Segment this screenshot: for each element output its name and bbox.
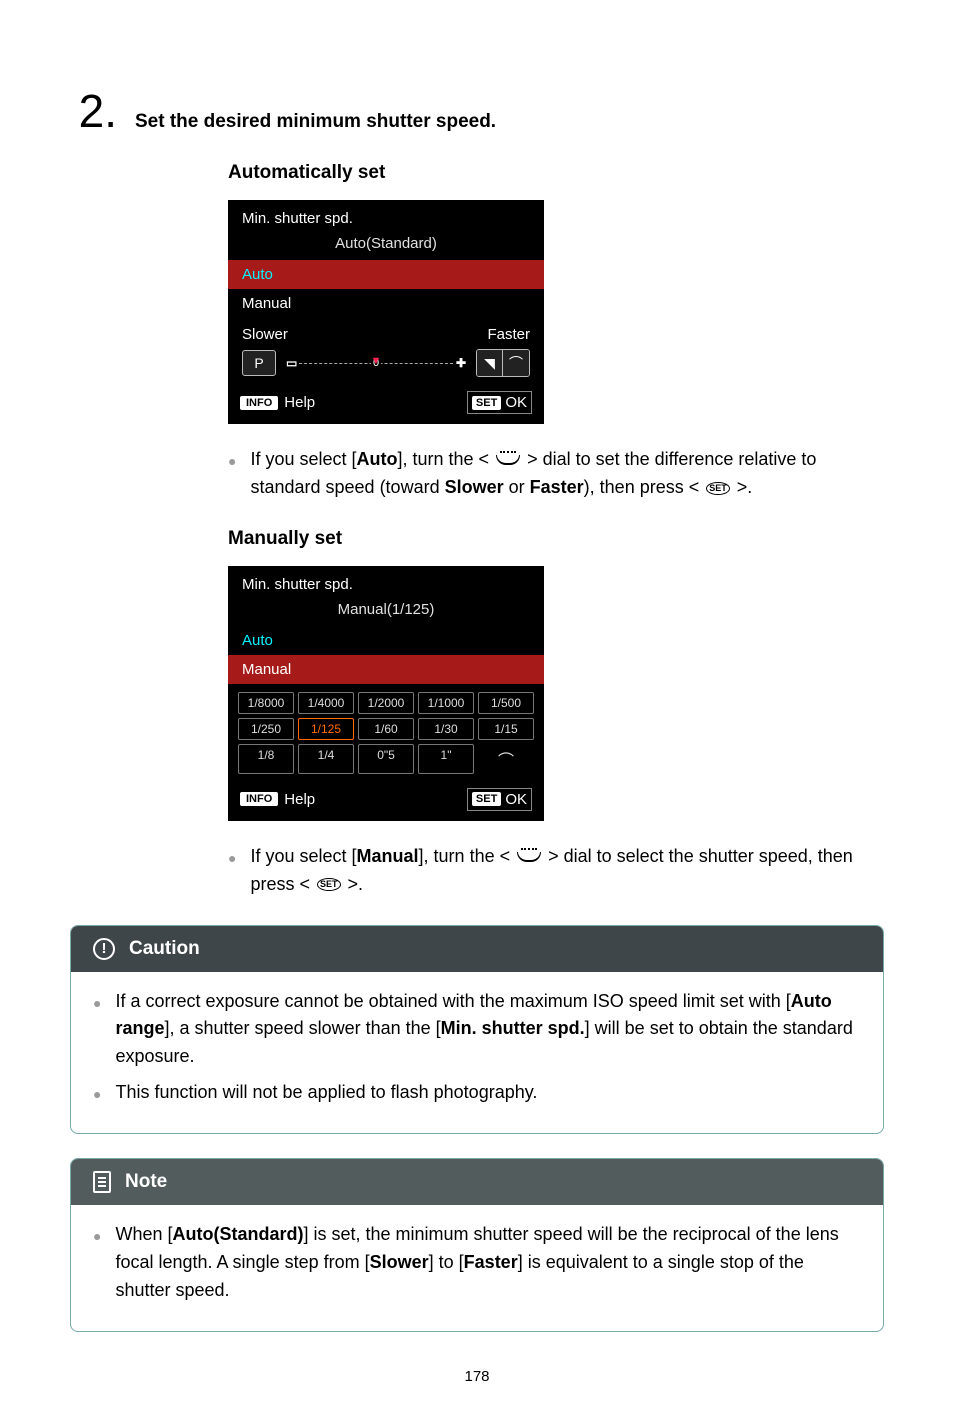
manual-paragraph: ● If you select [Manual], turn the < > d… bbox=[228, 843, 884, 899]
lcd-auto-option-manual: Manual bbox=[228, 289, 544, 318]
set-ok: SET OK bbox=[467, 391, 532, 414]
slider-track: ▭ ▼0 ✚ bbox=[284, 350, 468, 376]
speed-option: 1/15 bbox=[478, 718, 534, 740]
lcd-auto: Min. shutter spd. Auto(Standard) Auto Ma… bbox=[228, 200, 544, 424]
manual-para-item: ● If you select [Manual], turn the < > d… bbox=[228, 843, 884, 899]
lcd-auto-breadcrumb: Auto(Standard) bbox=[228, 233, 544, 260]
caution-body: ● If a correct exposure cannot be obtain… bbox=[71, 972, 883, 1134]
step-header: 2. Set the desired minimum shutter speed… bbox=[70, 88, 884, 134]
set-button-icon: SET bbox=[706, 482, 730, 495]
manual-para-text: If you select [Manual], turn the < > dia… bbox=[250, 843, 884, 899]
lcd-auto-slider-labels: Slower Faster bbox=[228, 318, 544, 345]
speed-option: 1/125 bbox=[298, 718, 354, 740]
auto-heading: Automatically set bbox=[228, 162, 884, 184]
lcd-manual-option-manual: Manual bbox=[228, 655, 544, 684]
caution-box: ! Caution ● If a correct exposure cannot… bbox=[70, 925, 884, 1135]
caution-icon: ! bbox=[93, 938, 115, 960]
note-body: ● When [Auto(Standard)] is set, the mini… bbox=[71, 1205, 883, 1331]
indicator-icon: ▼ bbox=[371, 355, 382, 367]
slower-label: Slower bbox=[242, 326, 288, 343]
bullet-icon: ● bbox=[228, 451, 236, 502]
arc-icon: ⌒ bbox=[503, 350, 529, 376]
plus-icon: ✚ bbox=[454, 356, 468, 370]
lcd-manual: Min. shutter spd. Manual(1/125) Auto Man… bbox=[228, 566, 544, 821]
speed-option: 1/60 bbox=[358, 718, 414, 740]
speed-option: 1/2000 bbox=[358, 692, 414, 714]
lcd-manual-footer: INFO Help SET OK bbox=[228, 782, 544, 821]
bullet-icon: ● bbox=[93, 1084, 101, 1107]
note-head: Note bbox=[71, 1159, 883, 1205]
caution-head: ! Caution bbox=[71, 926, 883, 972]
set-button-icon: SET bbox=[317, 878, 341, 891]
auto-para-text: If you select [Auto], turn the < > dial … bbox=[250, 446, 884, 502]
speed-option: 1/1000 bbox=[418, 692, 474, 714]
lcd-manual-breadcrumb: Manual(1/125) bbox=[228, 599, 544, 626]
speed-option: 1/250 bbox=[238, 718, 294, 740]
page-number: 178 bbox=[70, 1368, 884, 1385]
page-root: 2. Set the desired minimum shutter speed… bbox=[0, 0, 954, 1425]
step-title: Set the desired minimum shutter speed. bbox=[135, 111, 496, 133]
manual-heading: Manually set bbox=[228, 528, 884, 550]
help-label: Help bbox=[284, 394, 315, 411]
speed-grid: 1/80001/40001/20001/10001/5001/2501/1251… bbox=[228, 684, 544, 782]
step-number: 2. bbox=[70, 88, 135, 134]
speed-option: 1/500 bbox=[478, 692, 534, 714]
auto-para-item: ● If you select [Auto], turn the < > dia… bbox=[228, 446, 884, 502]
note-box: Note ● When [Auto(Standard)] is set, the… bbox=[70, 1158, 884, 1332]
speed-option: 1/8 bbox=[238, 744, 294, 774]
caution-title: Caution bbox=[129, 938, 200, 960]
lcd-auto-slider: P ▭ ▼0 ✚ ◥ ⌒ bbox=[228, 345, 544, 385]
nav-arrows: ◥ ⌒ bbox=[476, 349, 530, 377]
minus-icon: ▭ bbox=[284, 356, 299, 370]
set-ok-m: SET OK bbox=[467, 788, 532, 811]
speed-option: 1/4 bbox=[298, 744, 354, 774]
bullet-icon: ● bbox=[228, 848, 236, 899]
auto-section: Automatically set Min. shutter spd. Auto… bbox=[228, 162, 884, 899]
p-mode-icon: P bbox=[242, 350, 276, 376]
note-icon bbox=[93, 1171, 111, 1193]
info-badge: INFO bbox=[240, 396, 278, 410]
note-item-1: ● When [Auto(Standard)] is set, the mini… bbox=[93, 1221, 861, 1305]
lcd-manual-option-auto: Auto bbox=[228, 626, 544, 655]
zero-tick: ▼0 bbox=[371, 357, 381, 369]
lcd-manual-title: Min. shutter spd. bbox=[228, 566, 544, 599]
caution-item-1: ● If a correct exposure cannot be obtain… bbox=[93, 988, 861, 1072]
info-help-m: INFO Help bbox=[240, 791, 315, 808]
ok-label: OK bbox=[505, 394, 527, 411]
speed-option: 1/30 bbox=[418, 718, 474, 740]
speed-option: 0"5 bbox=[358, 744, 414, 774]
speed-option: 1/4000 bbox=[298, 692, 354, 714]
speed-option: 1" bbox=[418, 744, 474, 774]
ok-label-m: OK bbox=[505, 791, 527, 808]
info-help: INFO Help bbox=[240, 394, 315, 411]
lcd-auto-title: Min. shutter spd. bbox=[228, 200, 544, 233]
faster-label: Faster bbox=[487, 326, 530, 343]
info-badge-m: INFO bbox=[240, 792, 278, 806]
speed-option: 1/8000 bbox=[238, 692, 294, 714]
lcd-auto-option-auto: Auto bbox=[228, 260, 544, 289]
help-label-m: Help bbox=[284, 791, 315, 808]
main-dial-icon bbox=[517, 852, 541, 862]
caution-item-2: ● This function will not be applied to f… bbox=[93, 1079, 861, 1107]
auto-paragraph: ● If you select [Auto], turn the < > dia… bbox=[228, 446, 884, 502]
left-arrow-icon: ◥ bbox=[477, 350, 503, 376]
bullet-icon: ● bbox=[93, 1226, 101, 1305]
set-badge-m: SET bbox=[472, 792, 501, 806]
arc-icon: ⌒ bbox=[478, 744, 534, 774]
bullet-icon: ● bbox=[93, 993, 101, 1072]
lcd-auto-footer: INFO Help SET OK bbox=[228, 385, 544, 424]
note-title: Note bbox=[125, 1171, 167, 1193]
main-dial-icon bbox=[496, 455, 520, 465]
set-badge: SET bbox=[472, 396, 501, 410]
